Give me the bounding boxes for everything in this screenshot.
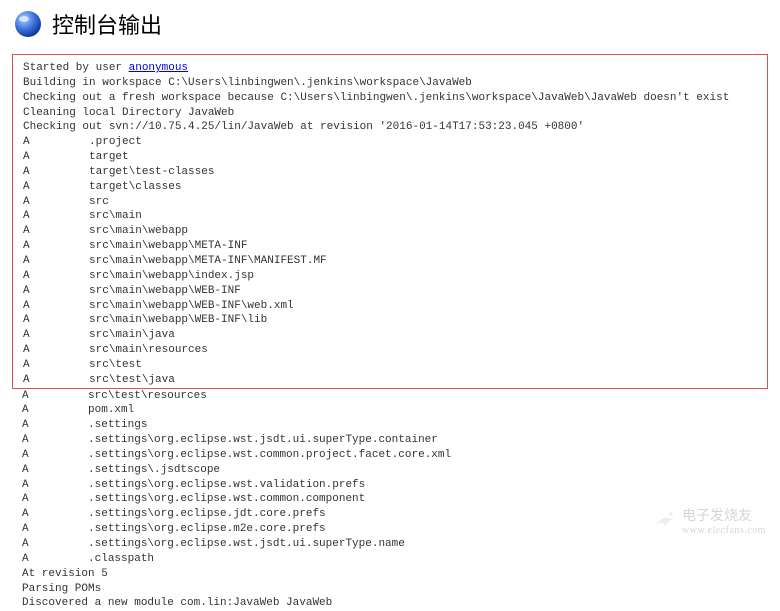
file-row: A src\main\resources [23, 343, 757, 358]
file-row: A .classpath [22, 552, 758, 567]
file-row: A target\classes [23, 180, 757, 195]
console-line: Cleaning local Directory JavaWeb [23, 106, 757, 121]
file-row: A src\main\webapp\WEB-INF\web.xml [23, 299, 757, 314]
console-trailing: At revision 5Parsing POMsDiscovered a ne… [22, 567, 758, 611]
file-row: A src\main\webapp\META-INF [23, 239, 757, 254]
watermark-url: www.elecfans.com [682, 525, 766, 536]
page-title: 控制台输出 [52, 8, 162, 40]
file-row: A src\main\java [23, 328, 757, 343]
globe-icon [12, 8, 44, 40]
file-row: A target [23, 150, 757, 165]
console-line: Checking out a fresh workspace because C… [23, 91, 757, 106]
console-line: Checking out svn://10.75.4.25/lin/JavaWe… [23, 120, 757, 135]
file-row: A src\main\webapp [23, 224, 757, 239]
file-row: A .settings\org.eclipse.wst.validation.p… [22, 478, 758, 493]
console-line-started: Started by user anonymous [23, 61, 757, 76]
file-row: A .settings\.jsdtscope [22, 463, 758, 478]
file-row: A target\test-classes [23, 165, 757, 180]
file-row: A .settings\org.eclipse.wst.jsdt.ui.supe… [22, 433, 758, 448]
console-rest: A src\test\resourcesA pom.xmlA .settings… [12, 389, 768, 611]
watermark-text: 电子发烧友 www.elecfans.com [682, 505, 766, 536]
console-line: At revision 5 [22, 567, 758, 582]
file-row: A .settings [22, 418, 758, 433]
file-row: A .project [23, 135, 757, 150]
console-line: Building in workspace C:\Users\linbingwe… [23, 76, 757, 91]
user-link[interactable]: anonymous [129, 62, 188, 74]
file-row: A src\main\webapp\META-INF\MANIFEST.MF [23, 254, 757, 269]
file-row: A src\test\resources [22, 389, 758, 404]
console-output-box: Started by user anonymous Building in wo… [12, 54, 768, 389]
started-by-prefix: Started by user [23, 62, 129, 74]
console-line: Parsing POMs [22, 582, 758, 597]
file-row: A .settings\org.eclipse.wst.jsdt.ui.supe… [22, 537, 758, 552]
watermark: 电子发烧友 www.elecfans.com [650, 505, 766, 536]
file-row: A .settings\org.eclipse.wst.common.compo… [22, 492, 758, 507]
watermark-name: 电子发烧友 [682, 505, 766, 525]
console-pre-lines: Building in workspace C:\Users\linbingwe… [23, 76, 757, 135]
watermark-icon [650, 507, 678, 535]
file-row: A src\main [23, 209, 757, 224]
file-row: A src\test\java [23, 373, 757, 388]
console-file-rows: A .projectA targetA target\test-classesA… [23, 135, 757, 387]
file-row: A src [23, 195, 757, 210]
console-file-rows-after: A src\test\resourcesA pom.xmlA .settings… [22, 389, 758, 567]
console-header: 控制台输出 [0, 0, 780, 48]
file-row: A src\test [23, 358, 757, 373]
file-row: A src\main\webapp\index.jsp [23, 269, 757, 284]
console-line: Discovered a new module com.lin:JavaWeb … [22, 596, 758, 611]
file-row: A pom.xml [22, 403, 758, 418]
file-row: A src\main\webapp\WEB-INF\lib [23, 313, 757, 328]
file-row: A .settings\org.eclipse.jdt.core.prefs [22, 507, 758, 522]
file-row: A src\main\webapp\WEB-INF [23, 284, 757, 299]
file-row: A .settings\org.eclipse.m2e.core.prefs [22, 522, 758, 537]
file-row: A .settings\org.eclipse.wst.common.proje… [22, 448, 758, 463]
